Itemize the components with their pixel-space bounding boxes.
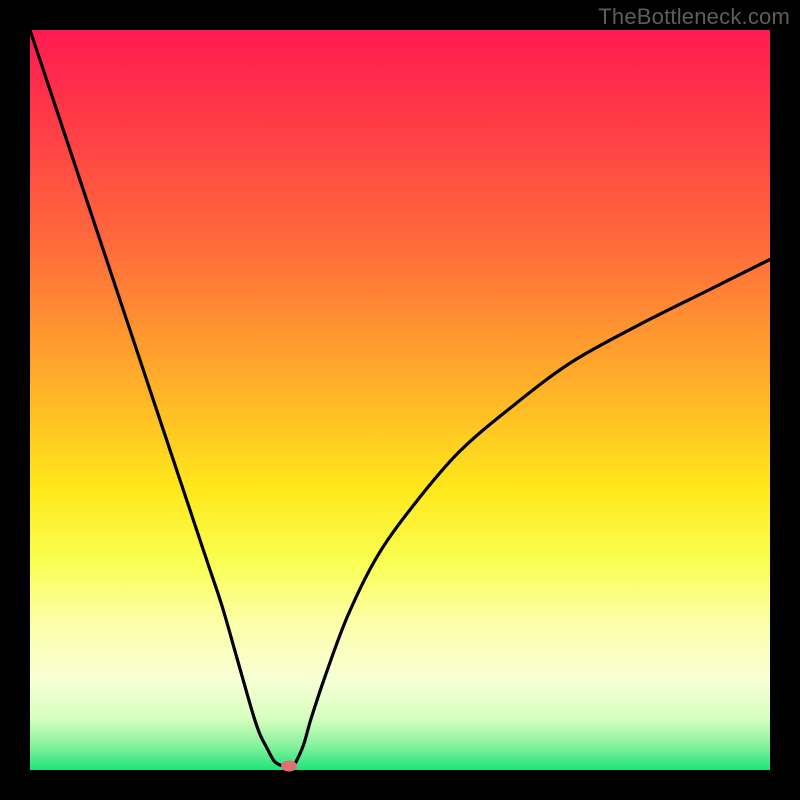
curve-layer [30,30,770,770]
watermark-text: TheBottleneck.com [598,4,790,30]
chart-frame: TheBottleneck.com [0,0,800,800]
optimal-marker [281,761,297,772]
bottleneck-curve [30,30,770,767]
plot-area [30,30,770,770]
